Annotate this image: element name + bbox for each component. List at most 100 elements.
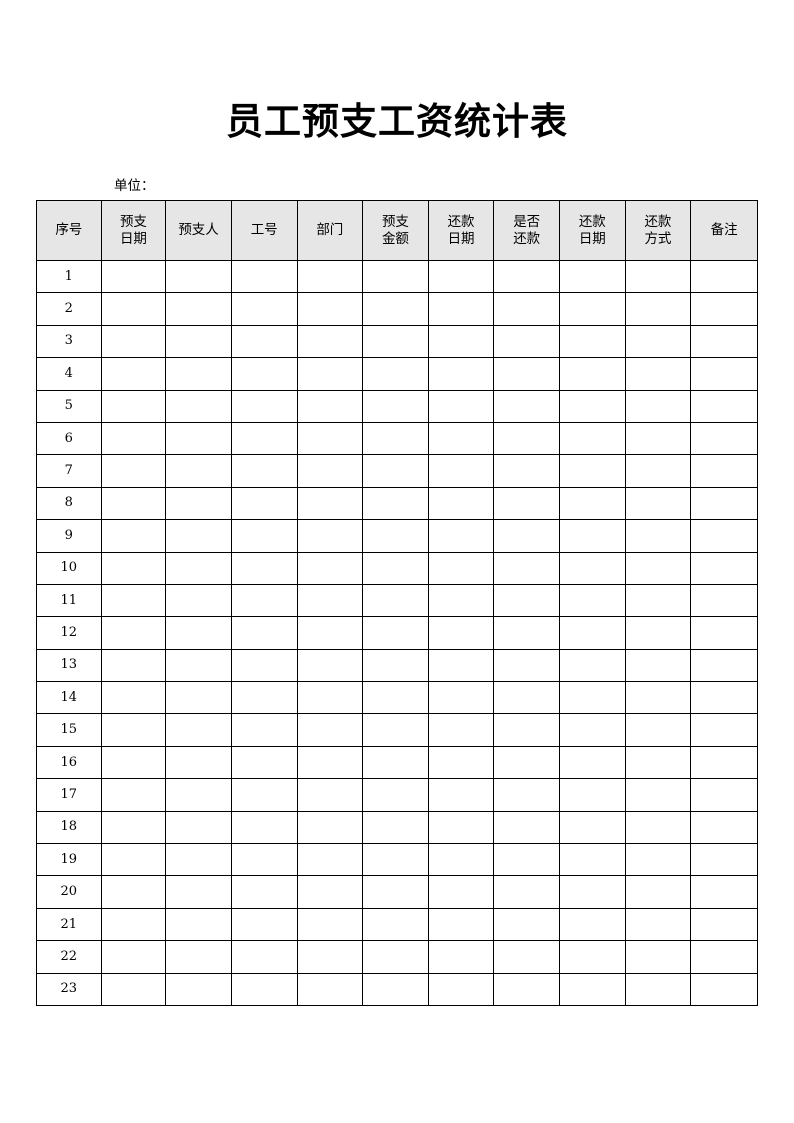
table-cell-repay_method[interactable] [624,745,692,780]
table-cell-advance_date[interactable] [100,648,167,683]
table-cell-repay_date_2[interactable] [559,713,626,747]
table-cell-repay_date_1[interactable] [427,551,495,585]
table-cell-repay_date_1[interactable] [427,713,495,747]
table-cell-repay_date_1[interactable] [427,810,495,845]
table-cell-seq[interactable]: 18 [36,810,102,845]
table-cell-advance_date[interactable] [100,875,167,909]
table-cell-repay_date_2[interactable] [559,907,626,942]
table-cell-department[interactable] [296,324,364,359]
table-cell-department[interactable] [296,907,364,942]
table-cell-repay_date_1[interactable] [427,324,495,359]
table-cell-is_repaid[interactable] [493,681,560,715]
table-cell-advance_date[interactable] [100,486,167,521]
table-cell-is_repaid[interactable] [493,810,560,845]
table-cell-advance_amount[interactable] [362,357,429,391]
table-cell-repay_method[interactable] [624,972,692,1006]
table-cell-employee_id[interactable] [230,583,298,618]
table-cell-advance_person[interactable] [165,259,232,294]
table-cell-advance_person[interactable] [165,324,232,359]
table-cell-department[interactable] [296,357,364,391]
table-cell-repay_method[interactable] [624,940,692,974]
table-cell-repay_date_1[interactable] [427,648,495,683]
table-cell-repay_method[interactable] [624,875,692,909]
table-cell-repay_date_2[interactable] [559,843,626,877]
table-cell-repay_method[interactable] [624,843,692,877]
table-cell-repay_date_2[interactable] [559,454,626,488]
table-cell-advance_person[interactable] [165,454,232,488]
table-cell-repay_date_1[interactable] [427,616,495,650]
table-cell-department[interactable] [296,713,364,747]
table-cell-advance_amount[interactable] [362,648,429,683]
table-cell-repay_method[interactable] [624,259,692,294]
table-cell-advance_amount[interactable] [362,551,429,585]
table-cell-seq[interactable]: 2 [36,292,102,326]
table-cell-advance_amount[interactable] [362,583,429,618]
table-cell-advance_amount[interactable] [362,972,429,1006]
table-cell-repay_method[interactable] [624,907,692,942]
table-cell-employee_id[interactable] [230,713,298,747]
table-cell-department[interactable] [296,745,364,780]
table-cell-department[interactable] [296,259,364,294]
table-cell-employee_id[interactable] [230,357,298,391]
table-cell-repay_method[interactable] [624,454,692,488]
table-cell-repay_date_2[interactable] [559,357,626,391]
table-cell-advance_person[interactable] [165,421,232,456]
table-cell-remark[interactable] [690,583,758,618]
table-cell-repay_method[interactable] [624,616,692,650]
table-cell-employee_id[interactable] [230,907,298,942]
table-cell-employee_id[interactable] [230,324,298,359]
table-cell-employee_id[interactable] [230,810,298,845]
table-cell-advance_date[interactable] [100,810,167,845]
table-cell-advance_amount[interactable] [362,940,429,974]
table-cell-seq[interactable]: 9 [36,519,102,553]
table-cell-is_repaid[interactable] [493,292,560,326]
table-cell-department[interactable] [296,454,364,488]
table-cell-employee_id[interactable] [230,259,298,294]
table-cell-department[interactable] [296,486,364,521]
table-cell-repay_date_2[interactable] [559,292,626,326]
table-cell-advance_date[interactable] [100,778,167,812]
table-cell-repay_date_2[interactable] [559,421,626,456]
table-cell-advance_date[interactable] [100,843,167,877]
table-cell-advance_date[interactable] [100,940,167,974]
table-cell-repay_method[interactable] [624,583,692,618]
table-cell-department[interactable] [296,648,364,683]
table-cell-employee_id[interactable] [230,292,298,326]
table-cell-repay_date_2[interactable] [559,972,626,1006]
table-cell-employee_id[interactable] [230,421,298,456]
table-cell-seq[interactable]: 13 [36,648,102,683]
table-cell-repay_date_2[interactable] [559,745,626,780]
table-cell-remark[interactable] [690,940,758,974]
table-cell-advance_person[interactable] [165,745,232,780]
table-cell-repay_date_1[interactable] [427,875,495,909]
table-cell-advance_amount[interactable] [362,875,429,909]
table-cell-repay_date_2[interactable] [559,259,626,294]
table-cell-employee_id[interactable] [230,972,298,1006]
table-cell-seq[interactable]: 5 [36,389,102,423]
table-cell-advance_person[interactable] [165,843,232,877]
table-cell-advance_amount[interactable] [362,292,429,326]
table-cell-department[interactable] [296,843,364,877]
table-cell-repay_date_1[interactable] [427,745,495,780]
table-cell-repay_method[interactable] [624,681,692,715]
table-cell-advance_person[interactable] [165,778,232,812]
table-cell-remark[interactable] [690,292,758,326]
table-cell-advance_person[interactable] [165,519,232,553]
table-cell-remark[interactable] [690,875,758,909]
table-cell-repay_date_1[interactable] [427,259,495,294]
table-cell-remark[interactable] [690,616,758,650]
table-cell-is_repaid[interactable] [493,454,560,488]
table-cell-is_repaid[interactable] [493,940,560,974]
table-cell-repay_date_1[interactable] [427,907,495,942]
table-cell-repay_method[interactable] [624,713,692,747]
table-cell-seq[interactable]: 20 [36,875,102,909]
table-cell-advance_date[interactable] [100,907,167,942]
table-cell-remark[interactable] [690,389,758,423]
table-cell-department[interactable] [296,389,364,423]
table-cell-is_repaid[interactable] [493,745,560,780]
table-cell-advance_person[interactable] [165,940,232,974]
table-cell-seq[interactable]: 21 [36,907,102,942]
table-cell-seq[interactable]: 14 [36,681,102,715]
table-cell-advance_date[interactable] [100,745,167,780]
table-cell-is_repaid[interactable] [493,357,560,391]
